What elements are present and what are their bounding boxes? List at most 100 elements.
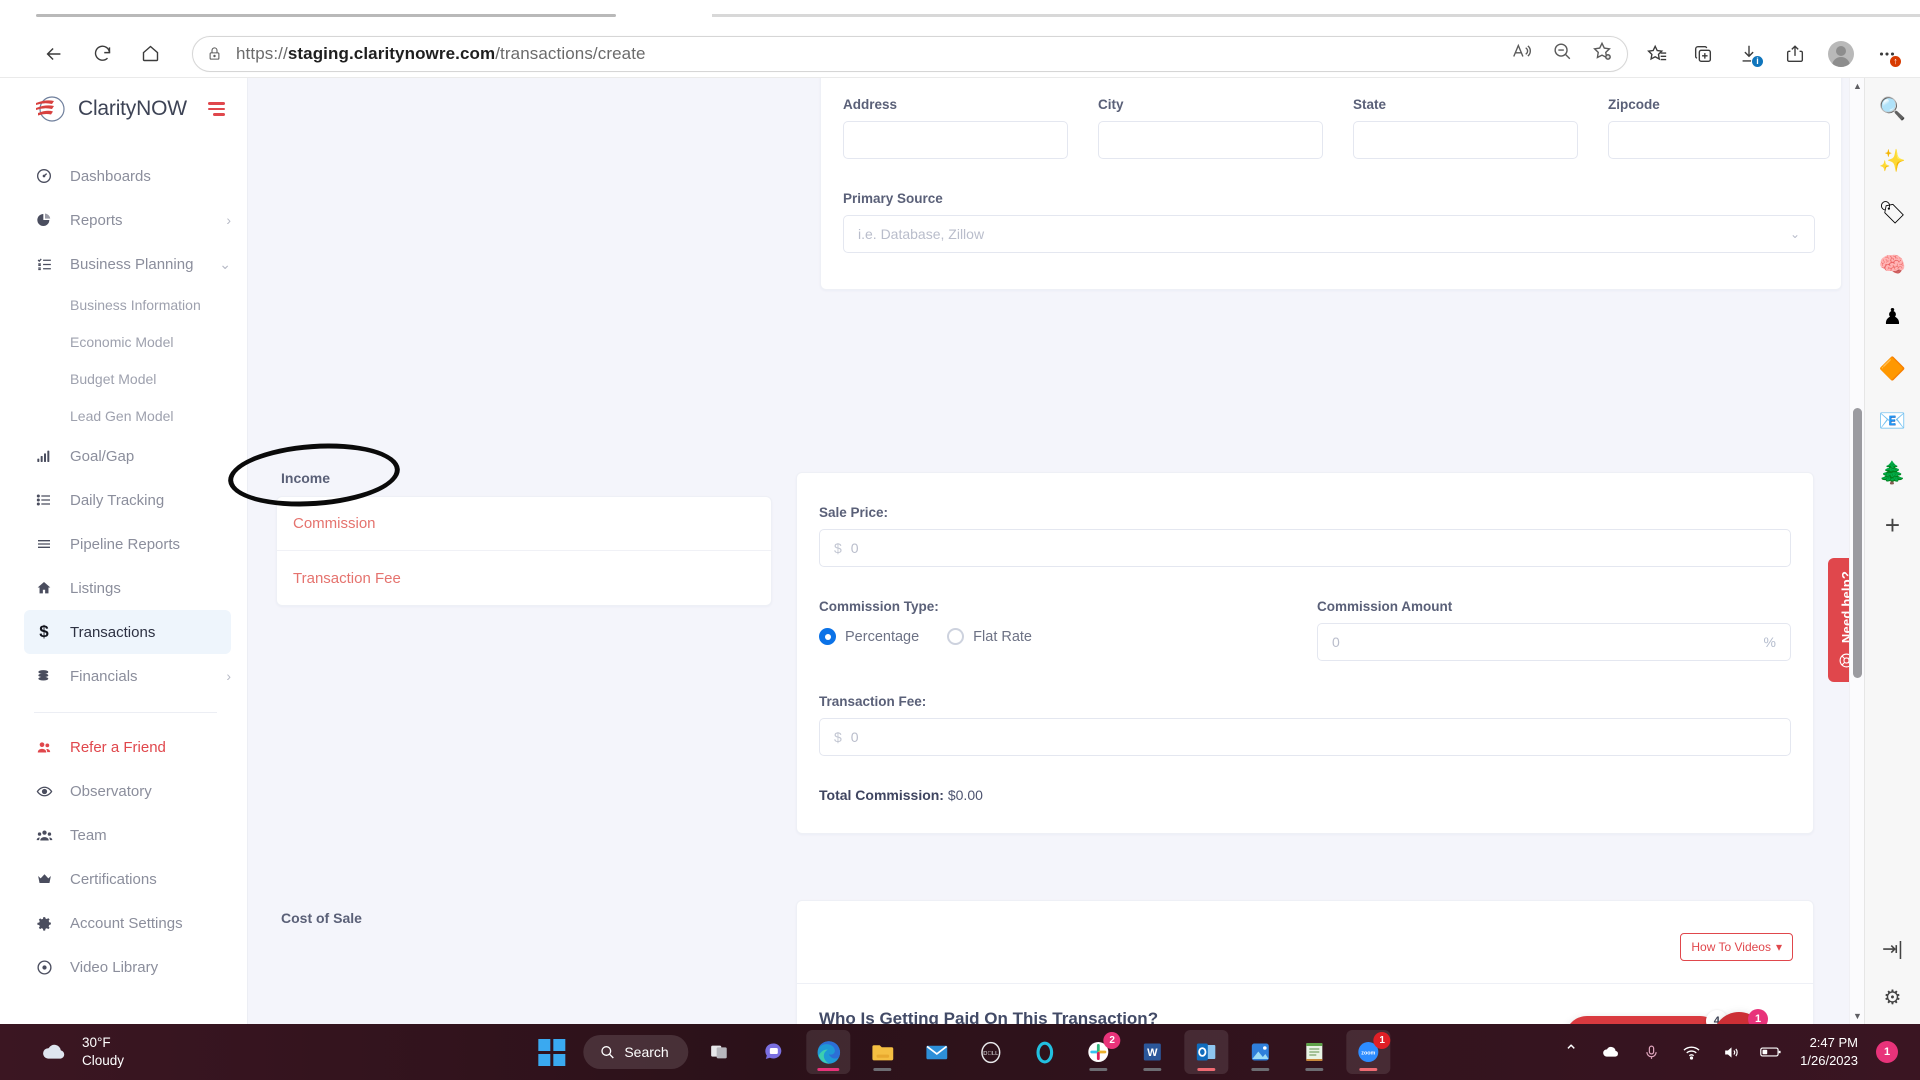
radio-percentage[interactable] [819,628,836,645]
add-favorite-icon[interactable] [1591,40,1613,67]
sidebar-item-transactions[interactable]: $ Transactions [24,610,231,654]
weather-widget[interactable]: 30°F Cloudy [0,1034,124,1070]
wifi-icon[interactable] [1680,1043,1702,1062]
outlook-button[interactable] [1184,1030,1229,1074]
alexa-button[interactable] [1023,1030,1067,1074]
commission-amount-input[interactable]: 0 % [1317,623,1791,661]
word-button[interactable]: W [1131,1030,1175,1074]
zoom-out-icon[interactable] [1551,40,1573,67]
how-to-videos-button[interactable]: How To Videos ▾ [1680,933,1793,961]
downloads-icon[interactable]: i [1730,35,1768,73]
brand-name: ClarityNOW [78,97,187,120]
copilot-icon[interactable]: ✨ [1876,144,1910,178]
zipcode-field-group: Zipcode [1608,97,1830,159]
battery-icon[interactable] [1760,1045,1782,1059]
home-button[interactable] [130,34,170,74]
address-label: Address [843,97,898,112]
city-input[interactable] [1098,121,1323,159]
notification-badge[interactable]: 1 [1876,1041,1898,1063]
profile-avatar[interactable] [1822,35,1860,73]
running-indicator [1143,1068,1162,1071]
radio-flat-rate[interactable] [947,628,965,645]
scrollbar-thumb[interactable] [1853,408,1862,678]
sidebar-item-reports[interactable]: Reports › [0,198,247,242]
get-started-button[interactable]: Get Started 4 [1565,1010,1728,1024]
sale-price-input[interactable]: $ 0 [819,529,1791,567]
page-scrollbar[interactable]: ▲ ▼ [1849,78,1864,1024]
sidebar-item-observatory[interactable]: Observatory [0,769,247,813]
sidebar-subitem-economic-model[interactable]: Economic Model [0,323,247,360]
sidebar-item-team[interactable]: Team [0,813,247,857]
tab-commission[interactable]: Commission [277,497,771,551]
sidebar-item-account-settings[interactable]: Account Settings [0,901,247,945]
settings-and-more-button[interactable]: ↑ [1868,35,1906,73]
sidebar-item-goal-gap[interactable]: Goal/Gap [0,434,247,478]
task-view-button[interactable] [699,1030,743,1074]
tools-icon[interactable]: 🧠 [1876,248,1910,282]
sidebar-item-financials[interactable]: Financials › [0,654,247,698]
teams-chat-button[interactable] [753,1030,797,1074]
sidebar-item-pipeline-reports[interactable]: Pipeline Reports [0,522,247,566]
state-input[interactable] [1353,121,1578,159]
mail-button[interactable] [915,1030,959,1074]
tab-transaction-fee[interactable]: Transaction Fee [277,551,771,605]
favorites-icon[interactable] [1638,35,1676,73]
sidebar-item-video-library[interactable]: Video Library [0,945,247,989]
office-icon[interactable]: 🔶 [1876,352,1910,386]
read-aloud-icon[interactable] [1511,40,1533,67]
sidebar-settings-icon[interactable]: ⚙ [1876,980,1910,1014]
app-sidebar: ClarityNOW Dashboards Reports › Business… [0,78,248,1024]
sidebar-item-certifications[interactable]: Certifications [0,857,247,901]
sidebar-item-business-planning[interactable]: Business Planning ⌄ [0,242,247,286]
sidebar-item-dashboards[interactable]: Dashboards [0,154,247,198]
dell-button[interactable]: D⃞LL [969,1030,1013,1074]
microphone-icon[interactable] [1640,1044,1662,1061]
slack-button[interactable]: 2 [1077,1030,1121,1074]
share-icon[interactable] [1776,35,1814,73]
sidebar-subitem-business-information[interactable]: Business Information [0,286,247,323]
file-explorer-icon [872,1044,894,1060]
commission-form-card: Sale Price: $ 0 Commission Type: Percent… [796,472,1814,834]
photos-button[interactable] [1239,1030,1283,1074]
collections-icon[interactable] [1684,35,1722,73]
volume-icon[interactable] [1720,1043,1742,1062]
start-button[interactable] [529,1030,573,1074]
sidebar-item-listings[interactable]: Listings [0,566,247,610]
tree-icon[interactable]: 🌲 [1876,456,1910,490]
reload-button[interactable] [82,34,122,74]
notepad-button[interactable] [1293,1030,1337,1074]
sidebar-subitem-budget-model[interactable]: Budget Model [0,360,247,397]
zoom-button[interactable]: zoom 1 [1346,1030,1391,1074]
microsoft-edge-button[interactable] [806,1030,851,1074]
back-button[interactable] [34,34,74,74]
commission-type-group: Commission Type: Percentage Flat Rate [819,599,1289,645]
address-input[interactable] [843,121,1068,159]
web-page-viewport: ClarityNOW Dashboards Reports › Business… [0,78,1864,1024]
transaction-fee-group: Transaction Fee: $ 0 [819,694,1791,756]
dashboard-icon [34,168,54,184]
games-icon[interactable]: ♟ [1876,300,1910,334]
scroll-down-arrow[interactable]: ▼ [1853,1011,1862,1021]
clock[interactable]: 2:47 PM 1/26/2023 [1800,1034,1858,1070]
taskbar-search[interactable]: Search [583,1035,689,1069]
address-bar[interactable]: https://staging.claritynowre.com/transac… [192,35,1628,72]
sidebar-item-refer-a-friend[interactable]: Refer a Friend [0,725,247,769]
zipcode-input[interactable] [1608,121,1830,159]
show-hidden-icons-chevron[interactable]: ⌃ [1560,1042,1582,1062]
outlook-icon[interactable]: 📧 [1876,404,1910,438]
transaction-fee-input[interactable]: $ 0 [819,718,1791,756]
sidebar-subitem-lead-gen-model[interactable]: Lead Gen Model [0,397,247,434]
onedrive-cloud-icon[interactable] [1600,1044,1622,1060]
scroll-up-arrow[interactable]: ▲ [1853,81,1862,91]
add-sidebar-icon[interactable]: + [1876,508,1910,542]
bing-search-icon[interactable]: 🔍 [1876,92,1910,126]
primary-source-select[interactable]: i.e. Database, Zillow ⌄ [843,215,1815,253]
hamburger-menu-icon[interactable] [208,102,229,116]
brand-header: ClarityNOW [0,78,247,140]
sidebar-item-daily-tracking[interactable]: Daily Tracking [0,478,247,522]
claritynow-logo-icon [34,94,68,124]
shopping-tag-icon[interactable]: 🏷 [1876,196,1910,230]
active-tab-indicator[interactable] [36,14,616,17]
file-explorer-button[interactable] [861,1030,905,1074]
split-screen-icon[interactable]: ⇥| [1876,932,1910,966]
